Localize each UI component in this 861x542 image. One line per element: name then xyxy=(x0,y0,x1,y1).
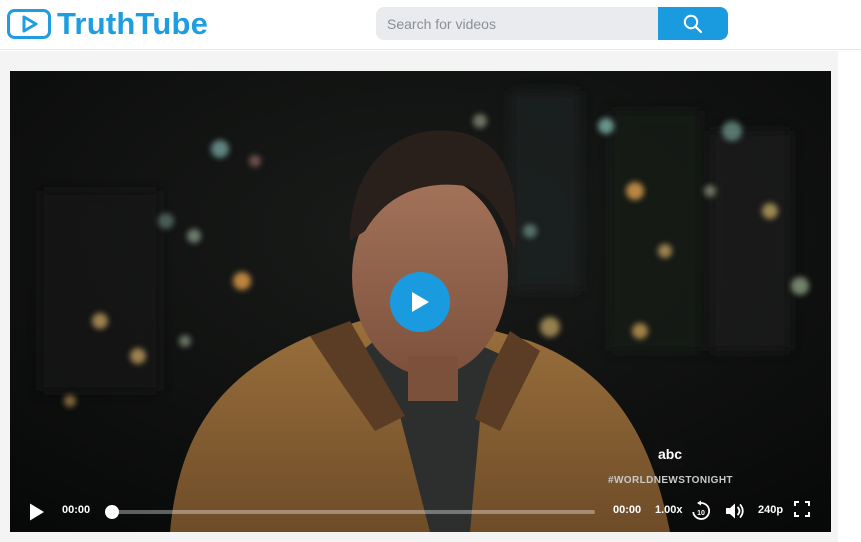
big-play-button[interactable] xyxy=(390,272,450,332)
fullscreen-icon[interactable] xyxy=(794,501,810,517)
search-button[interactable] xyxy=(658,7,728,40)
svg-text:10: 10 xyxy=(697,510,705,517)
search-icon xyxy=(683,14,703,33)
site-header: TruthTube xyxy=(0,0,861,50)
play-icon[interactable] xyxy=(28,502,46,522)
progress-handle[interactable] xyxy=(105,505,119,519)
network-hashtag: #WORLDNEWSTONIGHT xyxy=(608,475,733,486)
search-bar xyxy=(376,7,728,40)
duration-time: 00:00 xyxy=(613,504,642,516)
progress-track xyxy=(105,510,595,514)
quality-button[interactable]: 240p xyxy=(758,504,783,516)
page-edge xyxy=(838,51,861,542)
current-time: 00:00 xyxy=(62,504,91,516)
playback-speed-button[interactable]: 1.00x xyxy=(655,504,683,516)
site-name: TruthTube xyxy=(57,6,209,41)
site-logo[interactable]: TruthTube xyxy=(7,5,208,43)
volume-icon[interactable] xyxy=(724,500,746,522)
search-input[interactable] xyxy=(376,7,659,40)
rewind-10-icon[interactable]: 10 xyxy=(691,500,711,522)
network-logo: abc xyxy=(652,436,688,472)
player-controls: 00:00 00:00 1.00x 10 240p xyxy=(10,491,831,532)
play-icon xyxy=(412,292,429,312)
video-player[interactable]: abc #WORLDNEWSTONIGHT 00:00 00:00 1.00x … xyxy=(10,71,831,532)
progress-bar[interactable] xyxy=(105,505,595,519)
channel-watermark: abc #WORLDNEWSTONIGHT xyxy=(606,433,746,493)
play-logo-icon xyxy=(7,9,51,39)
